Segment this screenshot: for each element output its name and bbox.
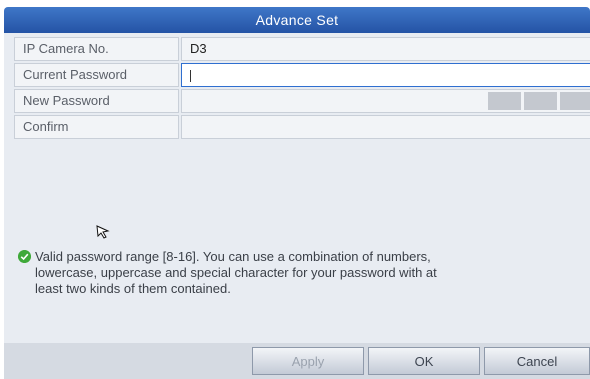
confirm-password-field[interactable]: [181, 115, 590, 139]
strength-segment: [488, 92, 521, 110]
check-circle-icon: [18, 250, 31, 263]
confirm-label: Confirm: [14, 115, 179, 139]
current-password-field[interactable]: [181, 63, 590, 87]
mouse-pointer-icon: [96, 225, 110, 239]
apply-button[interactable]: Apply: [252, 347, 364, 375]
row-ip-camera: IP Camera No. D3: [14, 37, 590, 61]
row-confirm: Confirm: [14, 115, 590, 139]
row-current-password: Current Password: [14, 63, 590, 87]
ip-camera-label: IP Camera No.: [14, 37, 179, 61]
dialog-title: Advance Set: [4, 7, 590, 33]
hint-line-2: lowercase, uppercase and special charact…: [35, 265, 437, 280]
cancel-button[interactable]: Cancel: [484, 347, 590, 375]
advance-set-dialog: Advance Set IP Camera No. D3 Current Pas…: [4, 7, 590, 379]
password-strength-meter: [485, 92, 590, 110]
ok-button[interactable]: OK: [368, 347, 480, 375]
password-hint: Valid password range [8-16]. You can use…: [18, 249, 578, 297]
hint-line-3: least two kinds of them contained.: [35, 281, 231, 296]
ip-camera-value: D3: [181, 37, 590, 61]
dialog-footer: Apply OK Cancel: [4, 343, 590, 379]
text-caret: [190, 69, 191, 82]
hint-line-1: Valid password range [8-16]. You can use…: [35, 249, 431, 264]
new-password-field[interactable]: [181, 89, 590, 113]
current-password-label: Current Password: [14, 63, 179, 87]
strength-segment: [560, 92, 590, 110]
row-new-password: New Password: [14, 89, 590, 113]
password-form: IP Camera No. D3 Current Password New Pa…: [14, 37, 590, 141]
strength-segment: [524, 92, 557, 110]
new-password-label: New Password: [14, 89, 179, 113]
